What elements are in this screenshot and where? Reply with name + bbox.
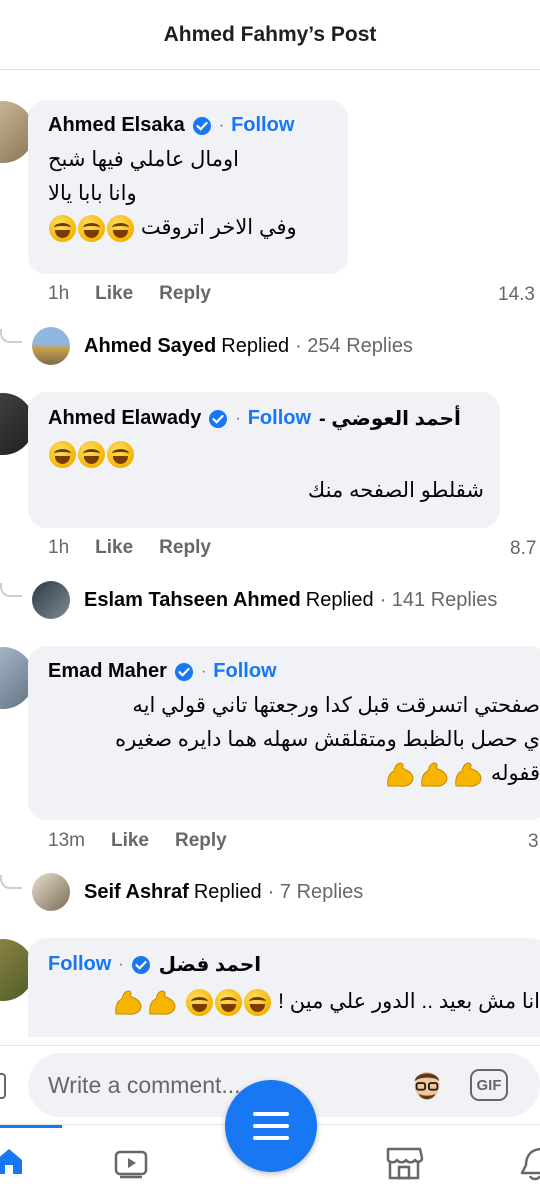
view-replies-link[interactable]: Ahmed Sayed Replied · 254 Replies <box>32 327 413 365</box>
face-with-tears-of-joy-icon <box>107 214 134 242</box>
view-replies-link[interactable]: Eslam Tahseen Ahmed Replied · 141 Replie… <box>32 581 497 619</box>
face-with-tears-of-joy-icon <box>186 988 214 1016</box>
view-replies-link[interactable]: Seif Ashraf Replied · 7 Replies <box>32 873 363 911</box>
separator-dot: · <box>200 662 207 680</box>
gif-label: GIF <box>476 1076 502 1094</box>
video-icon[interactable] <box>114 1149 148 1179</box>
comment-text: صفحتي اتسرقت قبل كدا ورجعتها تاني قولي ا… <box>48 689 540 791</box>
camera-icon[interactable] <box>0 1073 6 1099</box>
comment-time: 1h <box>48 537 70 558</box>
comment-line: وفي الاخر اتروقت <box>48 211 330 245</box>
avatar <box>32 327 70 365</box>
comment-line: صفحتي اتسرقت قبل كدا ورجعتها تاني قولي ا… <box>132 694 540 717</box>
separator-dot: · <box>218 116 225 134</box>
avatar <box>32 873 70 911</box>
face-with-tears-of-joy-icon <box>49 214 76 242</box>
replier-name: Seif Ashraf <box>84 880 189 903</box>
reply-button[interactable]: Reply <box>159 283 211 305</box>
page-title: Ahmed Fahmy’s Post <box>163 22 377 46</box>
comment-actions: 1h Like Reply <box>48 537 211 559</box>
like-button[interactable]: Like <box>95 537 133 559</box>
flexed-biceps-icon <box>455 762 482 787</box>
like-button[interactable]: Like <box>95 283 133 305</box>
comment-line-text: وفي الاخر اتروقت <box>140 216 297 239</box>
reply-count: · 254 Replies <box>295 334 413 357</box>
like-button[interactable]: Like <box>111 830 149 852</box>
follow-button[interactable]: Follow <box>213 660 276 683</box>
replied-label: Replied <box>193 880 262 903</box>
comment-bubble[interactable]: Emad Maher · Follow صفحتي اتسرقت قبل كدا… <box>28 646 540 820</box>
thread-connector <box>0 875 22 889</box>
comment-bubble[interactable]: Ahmed Elsaka · Follow اومال عاملي فيها ش… <box>28 100 348 274</box>
commenter-name[interactable]: احمد فضل <box>159 952 261 977</box>
comment-time: 1h <box>48 283 70 304</box>
replied-label: Replied <box>305 588 374 611</box>
follow-button[interactable]: Follow <box>248 407 311 430</box>
bell-icon[interactable] <box>520 1145 540 1181</box>
comment-line: ي حصل بالظبط ومتقلقش سهله هما دايره صغير… <box>115 728 540 751</box>
comment-actions: 13m Like Reply <box>48 830 227 852</box>
face-with-tears-of-joy-icon <box>215 988 243 1016</box>
separator-dot: · <box>118 955 124 973</box>
reply-button[interactable]: Reply <box>175 830 227 852</box>
comment-line-text: قفوله <box>490 762 540 785</box>
flexed-biceps-icon <box>421 762 448 787</box>
flexed-biceps-icon <box>115 990 142 1015</box>
verified-badge-icon <box>131 955 150 974</box>
replier-name: Eslam Tahseen Ahmed <box>84 588 301 611</box>
comments-feed[interactable]: Ahmed Elsaka · Follow اومال عاملي فيها ش… <box>0 71 540 1037</box>
separator-dot: · <box>235 409 241 427</box>
post-header: Ahmed Fahmy’s Post <box>0 0 540 70</box>
comment-bubble[interactable]: Ahmed Elawady · Follow أحمد العوضي - شقل… <box>28 392 500 528</box>
replier-name: Ahmed Sayed <box>84 334 217 357</box>
replied-label: Replied <box>221 334 290 357</box>
commenter-name[interactable]: Ahmed Elawady <box>48 407 201 430</box>
follow-button[interactable]: Follow <box>48 953 111 976</box>
comment-text: اومال عاملي فيها شبح وانا بابا يالا وفي … <box>48 143 330 245</box>
verified-badge-icon <box>192 116 211 135</box>
thread-connector <box>0 583 22 597</box>
avatar-sticker-icon[interactable] <box>410 1064 444 1104</box>
comment-emojis <box>48 441 482 468</box>
menu-button[interactable] <box>225 1080 317 1172</box>
menu-icon-bar <box>253 1124 289 1128</box>
comment-time: 13m <box>48 830 85 851</box>
comment-bubble[interactable]: Follow · احمد فضل انا مش بعيد .. الدور ع… <box>28 938 540 1037</box>
face-with-tears-of-joy-icon <box>78 214 105 242</box>
verified-badge-icon <box>174 662 193 681</box>
reply-count: · 141 Replies <box>379 588 498 611</box>
menu-icon-bar <box>253 1112 289 1116</box>
reaction-count[interactable]: 14.3 <box>498 284 535 306</box>
comment-input-placeholder: Write a comment... <box>48 1071 241 1098</box>
comment-line-text: انا مش بعيد .. الدور علي مين ! <box>278 990 540 1013</box>
commenter-name[interactable]: Ahmed Elsaka <box>48 114 185 137</box>
commenter-alt-name: أحمد العوضي - <box>319 408 461 430</box>
reply-count: · 7 Replies <box>267 880 364 903</box>
comment-line: اومال عاملي فيها شبح <box>48 148 239 171</box>
comment-line: وانا بابا يالا <box>48 182 137 205</box>
verified-badge-icon <box>209 409 228 428</box>
face-with-tears-of-joy-icon <box>107 441 134 468</box>
face-with-tears-of-joy-icon <box>49 441 76 468</box>
reaction-count[interactable]: 3 <box>528 831 539 853</box>
marketplace-icon[interactable] <box>384 1145 424 1181</box>
menu-icon-bar <box>253 1136 289 1140</box>
face-with-tears-of-joy-icon <box>78 441 105 468</box>
follow-button[interactable]: Follow <box>231 114 294 137</box>
thread-connector <box>0 329 22 343</box>
gif-button[interactable]: GIF <box>470 1069 508 1101</box>
home-icon[interactable] <box>0 1145 24 1177</box>
reply-button[interactable]: Reply <box>159 537 211 559</box>
comment-actions: 1h Like Reply <box>48 283 211 305</box>
active-tab-indicator <box>0 1125 62 1128</box>
comment-text: شقلطو الصفحه منك <box>307 479 484 502</box>
comment-line: قفوله <box>48 757 540 791</box>
commenter-name[interactable]: Emad Maher <box>48 660 167 683</box>
avatar <box>32 581 70 619</box>
flexed-biceps-icon <box>149 990 176 1015</box>
flexed-biceps-icon <box>387 762 414 787</box>
reaction-count[interactable]: 8.7 <box>510 538 536 560</box>
face-with-tears-of-joy-icon <box>244 988 272 1016</box>
comment-text: انا مش بعيد .. الدور علي مين ! <box>48 985 540 1019</box>
